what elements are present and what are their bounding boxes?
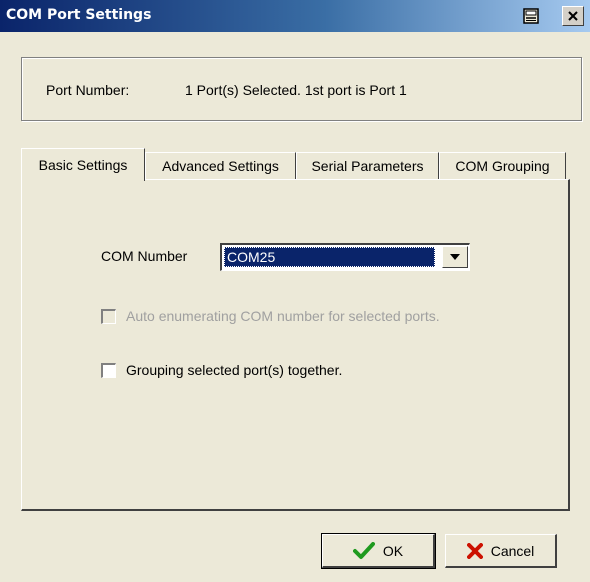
tab-serial-parameters[interactable]: Serial Parameters [296, 152, 439, 179]
grouping-label: Grouping selected port(s) together. [126, 362, 343, 378]
ok-button[interactable]: OK [321, 533, 436, 569]
tab-com-grouping[interactable]: COM Grouping [439, 152, 566, 179]
com-number-value: COM25 [224, 247, 435, 267]
print-button[interactable] [520, 6, 542, 26]
grouping-checkbox[interactable] [101, 362, 116, 378]
close-icon [568, 11, 578, 21]
close-button[interactable] [562, 6, 584, 26]
print-icon [523, 8, 539, 24]
title-bar: COM Port Settings [0, 0, 590, 32]
port-number-label: Port Number: [46, 82, 130, 98]
auto-enumerate-row: Auto enumerating COM number for selected… [101, 308, 440, 324]
auto-enumerate-label: Auto enumerating COM number for selected… [126, 308, 440, 324]
red-x-icon [466, 542, 483, 559]
cancel-label: Cancel [490, 542, 535, 559]
com-number-select[interactable]: COM25 [220, 243, 470, 271]
tab-advanced-settings[interactable]: Advanced Settings [145, 152, 296, 179]
com-number-label: COM Number [101, 248, 188, 264]
port-number-value: 1 Port(s) Selected. 1st port is Port 1 [185, 82, 407, 98]
cancel-button[interactable]: Cancel [445, 534, 557, 568]
auto-enumerate-checkbox[interactable] [101, 308, 116, 324]
dropdown-arrow-icon [450, 254, 460, 260]
green-check-icon [352, 541, 375, 559]
dropdown-button[interactable] [442, 246, 468, 268]
window-title: COM Port Settings [6, 7, 152, 23]
grouping-row: Grouping selected port(s) together. [101, 362, 342, 378]
tab-basic-settings[interactable]: Basic Settings [21, 148, 145, 181]
basic-settings-panel: COM Number COM25 Auto enumerating COM nu… [21, 179, 570, 511]
ok-label: OK [382, 542, 404, 559]
port-info-group: Port Number: 1 Port(s) Selected. 1st por… [21, 57, 582, 121]
